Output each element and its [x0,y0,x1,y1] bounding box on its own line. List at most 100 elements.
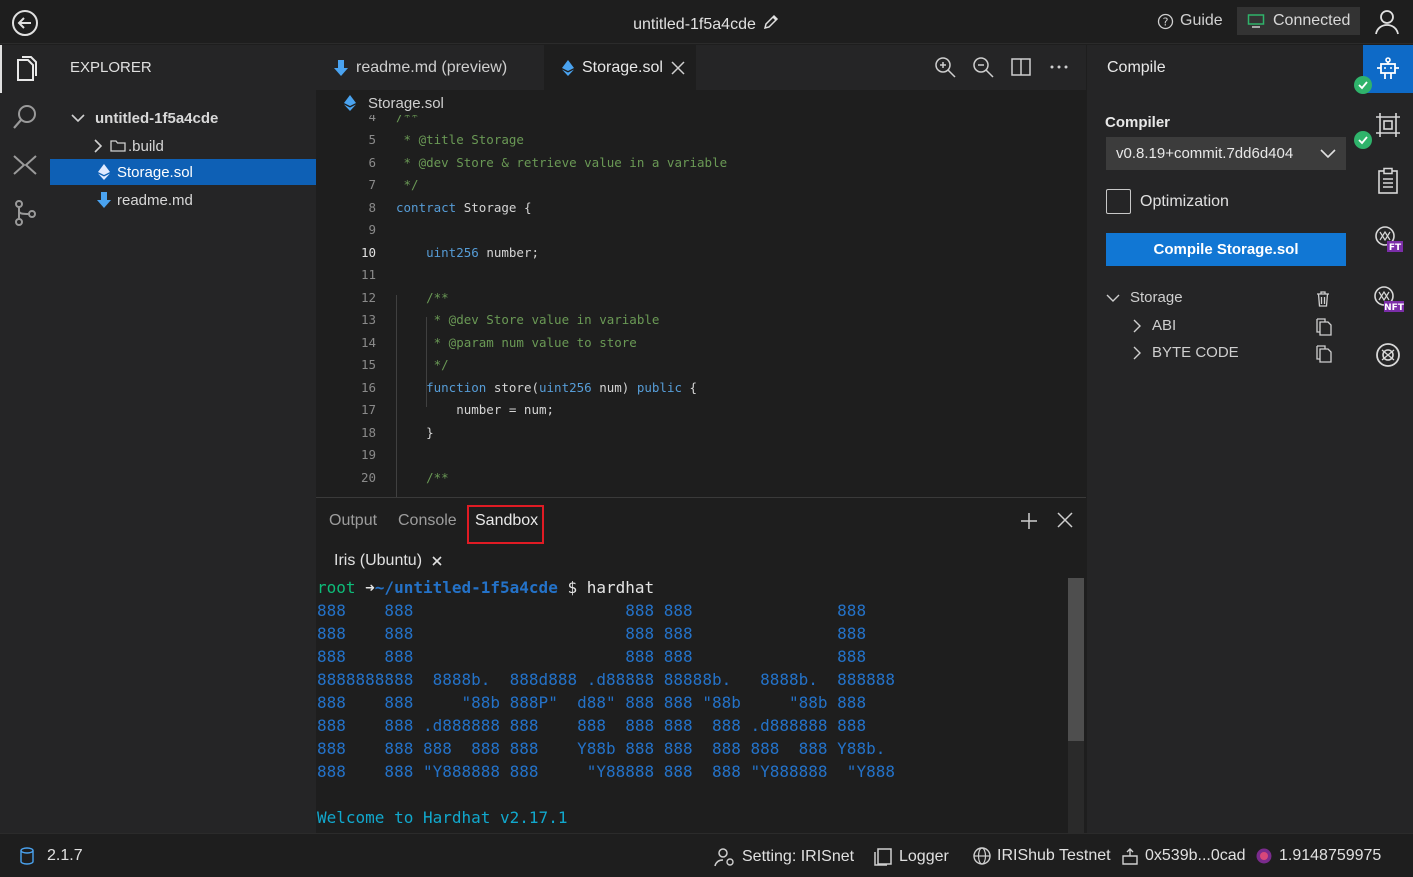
tab-storage-sol[interactable]: Storage.sol [544,45,696,90]
code-line: 17 number = num; [360,402,555,417]
more-icon[interactable] [1048,56,1070,78]
nft-openai-icon[interactable]: NFT [1363,275,1413,323]
code-line: 11 [360,267,376,282]
compiler-label: Compiler [1105,114,1171,131]
check-badge-icon [1354,131,1372,149]
tree-item-abi[interactable]: ABI [1132,317,1176,334]
contract-name: Storage [1130,289,1183,306]
logger-button[interactable]: Logger [873,847,949,867]
tree-label: Storage.sol [117,163,193,181]
terminal-tab[interactable]: Iris (Ubuntu) [334,552,442,570]
bottom-panel: Output Console Sandbox Iris (Ubuntu) roo… [316,497,1086,834]
close-icon[interactable] [1057,512,1073,528]
tree-file-readme[interactable]: readme.md [50,187,316,213]
tree-label: readme.md [117,191,193,209]
code-line: 20 /** [360,470,449,485]
account-icon [1121,847,1139,865]
code-line: 14 * @param num value to store [360,335,637,350]
code-line: 19 [360,447,376,462]
terminal-line: 888 888 888 888 888 Y88b 888 888 888 888… [317,739,886,758]
tree-label: untitled-1f5a4cde [95,109,219,127]
contract-tree-storage[interactable]: Storage [1106,289,1183,306]
monitor-icon [1247,13,1265,29]
chevron-down-icon [70,110,86,126]
trash-icon[interactable] [1315,290,1331,308]
ethereum-icon [344,95,356,111]
tab-console[interactable]: Console [398,512,457,530]
clipboard-icon[interactable] [1363,157,1413,205]
compiler-select[interactable]: v0.8.19+commit.7dd6d404 [1106,137,1346,170]
code-editor[interactable]: 4/** 5 * @title Storage 6 * @dev Store &… [316,115,1086,497]
editor-area: readme.md (preview) Storage.sol Storage.… [316,45,1086,497]
compare-icon[interactable] [0,141,50,189]
tree-folder-build[interactable]: .build [50,133,316,159]
code-line: 6 * @dev Store & retrieve value in a var… [368,155,728,170]
network-button[interactable]: IRIShub Testnet [973,847,1111,865]
source-control-icon[interactable] [0,189,50,237]
folder-icon [110,138,126,154]
version-indicator[interactable]: 2.1.7 [19,847,83,865]
search-icon[interactable] [0,93,50,141]
files-icon[interactable] [0,45,50,93]
copy-icon[interactable] [1315,318,1332,336]
optimization-checkbox[interactable] [1106,189,1131,214]
tree-folder-project[interactable]: untitled-1f5a4cde [50,105,316,131]
tree-item-bytecode[interactable]: BYTE CODE [1132,344,1239,361]
markdown-arrow-icon [334,59,348,76]
close-icon[interactable] [671,60,685,75]
terminal-output[interactable]: root ➜~/untitled-1f5a4cde $ hardhat 888 … [316,578,1068,834]
account-button[interactable]: 0x539b...0cad [1121,847,1246,865]
zoom-out-icon[interactable] [972,56,994,78]
ft-openai-icon[interactable]: FT [1363,215,1413,263]
close-icon[interactable] [432,556,442,566]
network-label: IRIShub Testnet [997,847,1111,864]
code-line: 10 uint256 number; [360,245,540,260]
logger-icon [873,847,893,867]
optimization-label: Optimization [1140,193,1229,210]
editor-toolbar [934,56,1070,78]
tree-file-storage-sol[interactable]: Storage.sol [50,159,316,185]
compile-button[interactable]: Compile Storage.sol [1106,233,1346,266]
tree-label: .build [128,137,164,155]
add-icon[interactable] [1019,511,1039,531]
zoom-in-icon[interactable] [934,56,956,78]
explorer-title: EXPLORER [70,59,152,76]
code-line: 15 */ [360,357,449,372]
chevron-down-icon [1320,145,1336,161]
connected-button[interactable]: Connected [1237,7,1360,35]
balance-display[interactable]: 1.9148759975 [1255,847,1381,865]
tab-readme-preview[interactable]: readme.md (preview) [316,45,544,90]
ethereum-icon [98,164,110,180]
globe-icon [973,847,991,865]
tree-item-label: BYTE CODE [1152,344,1239,361]
openai-icon[interactable] [1363,331,1413,379]
version-label: 2.1.7 [47,847,83,864]
pencil-icon[interactable] [762,13,780,31]
account-label: 0x539b...0cad [1145,847,1246,864]
editor-tabs: readme.md (preview) Storage.sol [316,45,1086,90]
terminal-scrollbar-thumb[interactable] [1068,578,1084,741]
code-line: 13 * @dev Store value in variable [360,312,660,327]
explorer-panel: EXPLORER untitled-1f5a4cde .build Storag… [50,45,316,833]
activity-bar [0,45,50,833]
breadcrumb[interactable]: Storage.sol [344,92,444,114]
terminal-line: 888 888 888 888 888 [317,601,867,620]
split-editor-icon[interactable] [1010,56,1032,78]
connected-label: Connected [1273,12,1351,29]
tree-item-label: ABI [1152,317,1177,334]
tab-output[interactable]: Output [329,512,377,530]
terminal-line: 888 888 .d888888 888 888 888 888 888 .d8… [317,716,867,735]
user-icon[interactable] [1373,8,1401,36]
help-circle-icon: ? [1157,13,1174,30]
code-line: 16 function store(uint256 num) public { [360,380,698,395]
code-line: 18 } [360,425,434,440]
chevron-down-icon [1106,291,1120,305]
iris-logo-icon [1255,847,1273,865]
project-name: untitled-1f5a4cde [633,16,756,33]
terminal-tab-label: Iris (Ubuntu) [334,552,423,569]
ft-label: FT [1389,243,1402,253]
right-activity-bar: FT NFT [1354,45,1413,833]
copy-icon[interactable] [1315,345,1332,363]
guide-button[interactable]: ? Guide [1157,12,1223,30]
setting-button[interactable]: Setting: IRISnet [714,847,854,867]
